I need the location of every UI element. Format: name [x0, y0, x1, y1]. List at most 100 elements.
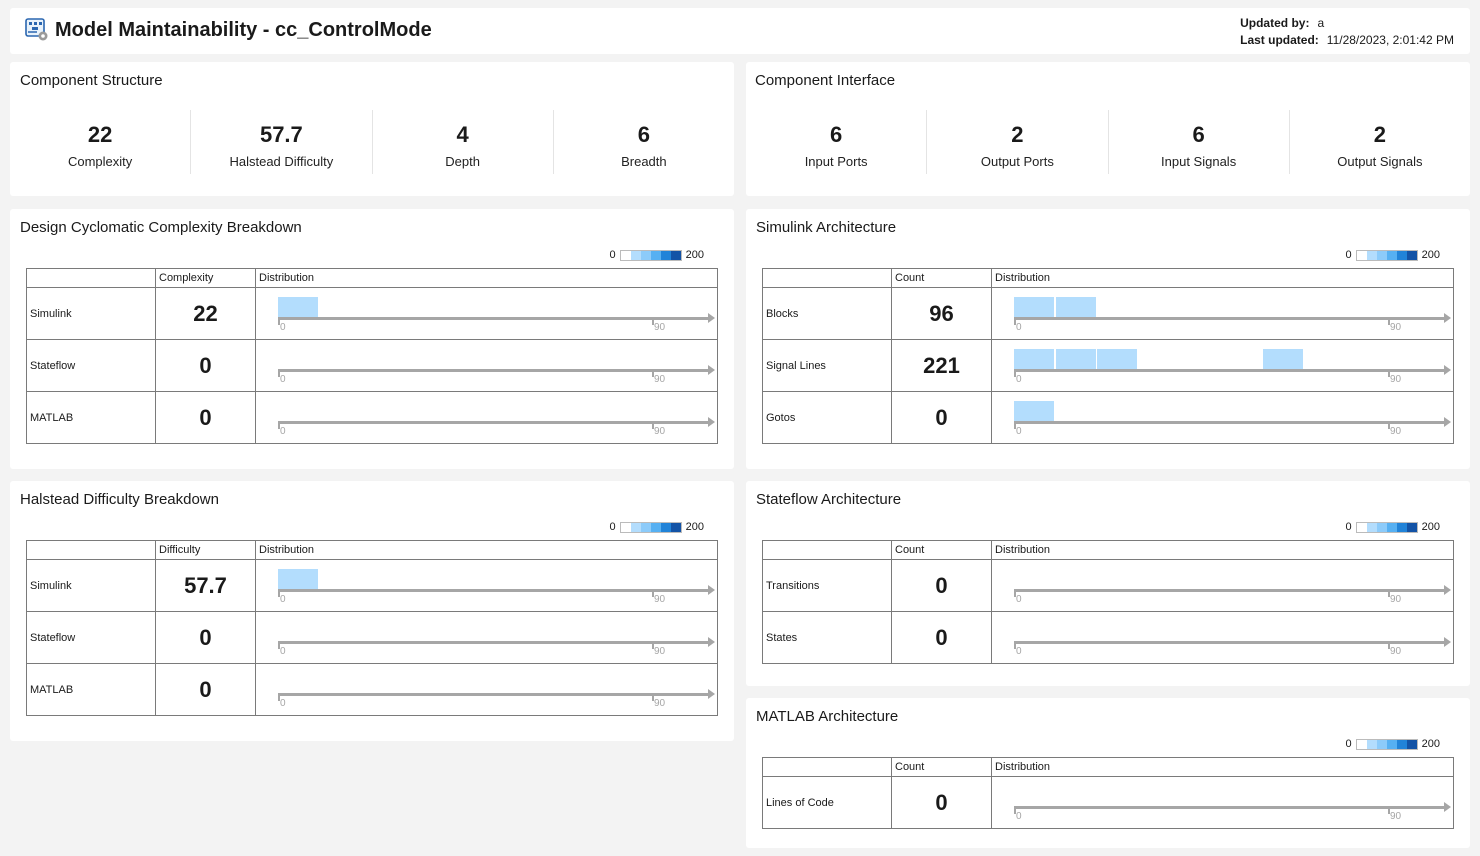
- row-value[interactable]: 221: [891, 339, 992, 392]
- distribution-histogram[interactable]: 0 90: [255, 611, 718, 664]
- distribution-histogram[interactable]: 0 90: [255, 391, 718, 444]
- legend-swatch: [1406, 739, 1417, 749]
- row-value[interactable]: 0: [891, 776, 992, 829]
- table-row[interactable]: Signal Lines 221 0 90: [762, 339, 1454, 392]
- row-value[interactable]: 0: [155, 663, 256, 716]
- row-name: Stateflow: [26, 339, 156, 392]
- kpi-breadth[interactable]: 6 Breadth: [554, 110, 734, 174]
- histogram-axis: [278, 637, 715, 647]
- histogram-bin[interactable]: [1097, 349, 1138, 369]
- table-row[interactable]: Stateflow 0 0 90: [26, 611, 718, 664]
- distribution-histogram[interactable]: 0 90: [255, 287, 718, 340]
- distribution-column-header: Distribution: [991, 757, 1454, 777]
- legend-max: 200: [685, 249, 704, 261]
- histogram-bin[interactable]: [1263, 349, 1304, 369]
- row-value[interactable]: 0: [155, 391, 256, 444]
- legend-min: 0: [609, 521, 616, 533]
- card-title: Component Structure: [20, 72, 163, 89]
- legend-swatch: [630, 250, 641, 260]
- updated-by-label: Updated by:: [1240, 16, 1310, 30]
- kpi-value: 22: [87, 122, 113, 147]
- kpi-halstead-difficulty[interactable]: 57.7 Halstead Difficulty: [191, 110, 373, 174]
- table-header-row: Count Distribution: [762, 268, 1454, 288]
- legend-swatch: [1366, 250, 1377, 260]
- kpi-input-ports[interactable]: 6 Input Ports: [746, 110, 928, 174]
- histogram-bin[interactable]: [278, 297, 319, 317]
- row-name: Simulink: [26, 287, 156, 340]
- value-column-header: Count: [891, 540, 992, 560]
- card-title: Component Interface: [755, 72, 896, 89]
- stateflow-architecture-card: Stateflow Architecture 0 200 Count Distribut…: [746, 481, 1470, 686]
- row-value[interactable]: 0: [155, 611, 256, 664]
- legend-swatch: [620, 250, 631, 260]
- kpi-value: 2: [1011, 122, 1024, 147]
- histogram-bin[interactable]: [1014, 297, 1055, 317]
- histogram-bin[interactable]: [1014, 401, 1055, 421]
- distribution-histogram[interactable]: 0 90: [991, 391, 1454, 444]
- kpi-label: Input Ports: [804, 154, 868, 169]
- legend-swatch: [1376, 522, 1387, 532]
- distribution-histogram[interactable]: 0 90: [991, 611, 1454, 664]
- row-value[interactable]: 0: [891, 391, 992, 444]
- value-column-header: Count: [891, 757, 992, 777]
- row-value[interactable]: 22: [155, 287, 256, 340]
- kpi-depth[interactable]: 4 Depth: [373, 110, 554, 174]
- table-row[interactable]: States 0 0 90: [762, 611, 1454, 664]
- histogram-bin[interactable]: [1055, 297, 1096, 317]
- legend-swatch: [670, 250, 681, 260]
- distribution-histogram[interactable]: 0 90: [991, 559, 1454, 612]
- table-row[interactable]: Transitions 0 0 90: [762, 559, 1454, 612]
- table-row[interactable]: Gotos 0 0 90: [762, 391, 1454, 444]
- row-value[interactable]: 0: [891, 559, 992, 612]
- row-value[interactable]: 0: [155, 339, 256, 392]
- row-name: Stateflow: [26, 611, 156, 664]
- last-updated-label: Last updated:: [1240, 33, 1319, 47]
- color-scale-legend: 0 200: [610, 521, 704, 533]
- distribution-histogram[interactable]: 0 90: [255, 559, 718, 612]
- header-blank: [26, 540, 156, 560]
- legend-swatch: [640, 522, 651, 532]
- kpi-output-ports[interactable]: 2 Output Ports: [927, 110, 1109, 174]
- legend-gradient: [1355, 738, 1418, 750]
- legend-swatch: [660, 250, 671, 260]
- table-row[interactable]: MATLAB 0 0 90: [26, 663, 718, 716]
- histogram-bin[interactable]: [278, 569, 319, 589]
- table-row[interactable]: MATLAB 0 0 90: [26, 391, 718, 444]
- table-row[interactable]: Lines of Code 0 0 90: [762, 776, 1454, 829]
- distribution-histogram[interactable]: 0 90: [991, 776, 1454, 829]
- histogram-bin[interactable]: [1055, 349, 1096, 369]
- axis-tick-label: 90: [654, 698, 666, 709]
- row-value[interactable]: 96: [891, 287, 992, 340]
- distribution-histogram[interactable]: 0 90: [991, 287, 1454, 340]
- histogram-axis: [278, 365, 715, 375]
- row-value[interactable]: 0: [891, 611, 992, 664]
- histogram-bin[interactable]: [1014, 349, 1055, 369]
- table-row[interactable]: Simulink 57.7 0 90: [26, 559, 718, 612]
- axis-tick-label: 0: [280, 646, 286, 657]
- axis-tick-label: 0: [1016, 811, 1022, 822]
- row-value[interactable]: 57.7: [155, 559, 256, 612]
- kpi-output-signals[interactable]: 2 Output Signals: [1290, 110, 1470, 174]
- component-structure-card: Component Structure 22 Complexity 57.7 Hal…: [10, 62, 734, 196]
- legend-swatch: [1356, 250, 1367, 260]
- table-row[interactable]: Blocks 96 0 90: [762, 287, 1454, 340]
- legend-gradient: [1355, 249, 1418, 261]
- halstead-difficulty-card: Halstead Difficulty Breakdown 0 200 Difficu…: [10, 481, 734, 741]
- kpi-value: 2: [1373, 122, 1386, 147]
- kpi-input-signals[interactable]: 6 Input Signals: [1109, 110, 1290, 174]
- histogram-axis: [1014, 637, 1451, 647]
- axis-tick-label: 0: [1016, 322, 1022, 333]
- card-title: MATLAB Architecture: [756, 708, 899, 725]
- distribution-histogram[interactable]: 0 90: [255, 663, 718, 716]
- page-title: Model Maintainability - cc_ControlMode: [55, 19, 432, 41]
- breakdown-table: Count Distribution Blocks 96 0 90 Signal Lines…: [762, 268, 1454, 444]
- legend-swatch: [1356, 522, 1367, 532]
- table-header-row: Count Distribution: [762, 540, 1454, 560]
- table-row[interactable]: Simulink 22 0 90: [26, 287, 718, 340]
- kpi-complexity[interactable]: 22 Complexity: [10, 110, 192, 174]
- table-row[interactable]: Stateflow 0 0 90: [26, 339, 718, 392]
- header-blank: [762, 268, 892, 288]
- distribution-histogram[interactable]: 0 90: [255, 339, 718, 392]
- distribution-histogram[interactable]: 0 90: [991, 339, 1454, 392]
- kpi-value: 6: [830, 122, 843, 147]
